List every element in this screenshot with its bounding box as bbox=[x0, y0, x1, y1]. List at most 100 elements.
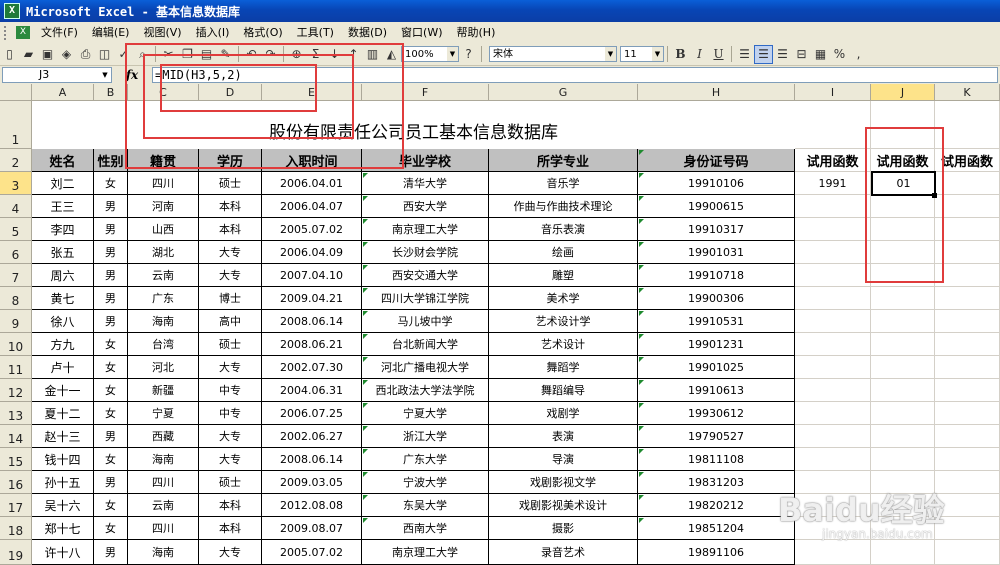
cell[interactable] bbox=[871, 264, 935, 287]
table-cell[interactable]: 2009.03.05 bbox=[262, 471, 362, 494]
column-header-f[interactable]: F bbox=[362, 84, 489, 101]
currency-icon[interactable]: ▦ bbox=[811, 45, 830, 64]
table-cell[interactable]: 南京理工大学 bbox=[362, 218, 489, 241]
menu-file[interactable]: 文件(F) bbox=[34, 22, 85, 43]
cell[interactable] bbox=[795, 287, 871, 310]
table-cell[interactable]: 金十一 bbox=[32, 379, 94, 402]
table-cell[interactable]: 19910531 bbox=[638, 310, 795, 333]
cell[interactable] bbox=[795, 540, 871, 565]
column-header-e[interactable]: E bbox=[262, 84, 362, 101]
table-cell[interactable]: 女 bbox=[94, 356, 128, 379]
table-cell[interactable]: 作曲与作曲技术理论 bbox=[489, 195, 638, 218]
drawing-icon[interactable]: ◭ bbox=[382, 45, 401, 64]
table-cell[interactable]: 广东 bbox=[128, 287, 199, 310]
table-cell[interactable]: 钱十四 bbox=[32, 448, 94, 471]
excel-app-icon[interactable]: X bbox=[4, 3, 20, 19]
table-cell[interactable]: 西北政法大学法学院 bbox=[362, 379, 489, 402]
sort-ascending-icon[interactable]: ↓ bbox=[325, 45, 344, 64]
underline-button[interactable]: U bbox=[709, 45, 728, 64]
table-cell[interactable]: 音乐表演 bbox=[489, 218, 638, 241]
menu-help[interactable]: 帮助(H) bbox=[450, 22, 503, 43]
table-cell[interactable]: 男 bbox=[94, 264, 128, 287]
table-cell[interactable]: 海南 bbox=[128, 540, 199, 565]
table-cell[interactable]: 19891106 bbox=[638, 540, 795, 565]
cell[interactable] bbox=[871, 218, 935, 241]
table-cell[interactable]: 刘二 bbox=[32, 172, 94, 195]
table-cell[interactable]: 方九 bbox=[32, 333, 94, 356]
table-cell[interactable]: 中专 bbox=[199, 402, 262, 425]
table-cell[interactable]: 东吴大学 bbox=[362, 494, 489, 517]
table-cell[interactable]: 男 bbox=[94, 471, 128, 494]
row-header-2[interactable]: 2 bbox=[0, 149, 32, 172]
permission-icon[interactable]: ◈ bbox=[57, 45, 76, 64]
row-header-1[interactable]: 1 bbox=[0, 101, 32, 149]
table-cell[interactable]: 大专 bbox=[199, 425, 262, 448]
table-cell[interactable]: 2007.04.10 bbox=[262, 264, 362, 287]
table-cell[interactable]: 舞蹈编导 bbox=[489, 379, 638, 402]
cell[interactable] bbox=[935, 425, 1000, 448]
table-cell[interactable]: 王三 bbox=[32, 195, 94, 218]
formula-input[interactable]: =MID(H3,5,2) bbox=[152, 67, 998, 83]
cell[interactable] bbox=[935, 379, 1000, 402]
table-cell[interactable]: 艺术设计 bbox=[489, 333, 638, 356]
fill-handle[interactable] bbox=[932, 193, 937, 198]
row-header-7[interactable]: 7 bbox=[0, 264, 32, 287]
column-title[interactable]: 毕业学校 bbox=[362, 149, 489, 172]
merge-center-icon[interactable]: ⊟ bbox=[792, 45, 811, 64]
table-cell[interactable]: 四川 bbox=[128, 172, 199, 195]
table-cell[interactable]: 宁夏 bbox=[128, 402, 199, 425]
table-cell[interactable]: 郑十七 bbox=[32, 517, 94, 540]
table-cell[interactable]: 2006.04.07 bbox=[262, 195, 362, 218]
chevron-down-icon[interactable]: ▼ bbox=[652, 47, 663, 61]
save-icon[interactable]: ▣ bbox=[38, 45, 57, 64]
copy-icon[interactable]: ❐ bbox=[178, 45, 197, 64]
table-cell[interactable]: 台湾 bbox=[128, 333, 199, 356]
cell[interactable] bbox=[795, 379, 871, 402]
cell[interactable] bbox=[871, 241, 935, 264]
table-cell[interactable]: 清华大学 bbox=[362, 172, 489, 195]
column-title[interactable]: 所学专业 bbox=[489, 149, 638, 172]
row-header-8[interactable]: 8 bbox=[0, 287, 32, 310]
cell[interactable]: 1991 bbox=[795, 172, 871, 195]
cell[interactable] bbox=[935, 540, 1000, 565]
table-cell[interactable]: 中专 bbox=[199, 379, 262, 402]
table-cell[interactable]: 女 bbox=[94, 402, 128, 425]
table-cell[interactable]: 徐八 bbox=[32, 310, 94, 333]
table-cell[interactable]: 新疆 bbox=[128, 379, 199, 402]
table-cell[interactable]: 2008.06.21 bbox=[262, 333, 362, 356]
table-cell[interactable]: 宁夏大学 bbox=[362, 402, 489, 425]
table-cell[interactable]: 长沙财会学院 bbox=[362, 241, 489, 264]
column-header-d[interactable]: D bbox=[199, 84, 262, 101]
align-center-icon[interactable]: ☰ bbox=[754, 44, 773, 64]
sheet-title[interactable]: 股份有限责任公司员工基本信息数据库 bbox=[32, 101, 795, 149]
cell[interactable] bbox=[795, 310, 871, 333]
zoom-select[interactable]: 100% ▼ bbox=[401, 46, 459, 62]
column-header-i[interactable]: I bbox=[795, 84, 871, 101]
cell[interactable] bbox=[795, 356, 871, 379]
workbook-icon[interactable]: X bbox=[16, 26, 30, 39]
table-cell[interactable]: 云南 bbox=[128, 264, 199, 287]
table-cell[interactable]: 夏十二 bbox=[32, 402, 94, 425]
table-cell[interactable]: 录音艺术 bbox=[489, 540, 638, 565]
table-cell[interactable]: 雕塑 bbox=[489, 264, 638, 287]
cell[interactable] bbox=[871, 333, 935, 356]
table-cell[interactable]: 马儿坡中学 bbox=[362, 310, 489, 333]
cell[interactable] bbox=[935, 218, 1000, 241]
table-cell[interactable]: 2005.07.02 bbox=[262, 540, 362, 565]
menu-view[interactable]: 视图(V) bbox=[136, 22, 188, 43]
italic-button[interactable]: I bbox=[690, 45, 709, 64]
table-cell[interactable]: 四川大学锦江学院 bbox=[362, 287, 489, 310]
table-cell[interactable]: 广东大学 bbox=[362, 448, 489, 471]
table-cell[interactable]: 男 bbox=[94, 425, 128, 448]
table-cell[interactable]: 李四 bbox=[32, 218, 94, 241]
table-cell[interactable]: 黄七 bbox=[32, 287, 94, 310]
table-cell[interactable]: 19901031 bbox=[638, 241, 795, 264]
table-cell[interactable]: 宁波大学 bbox=[362, 471, 489, 494]
table-cell[interactable]: 艺术设计学 bbox=[489, 310, 638, 333]
table-cell[interactable]: 19831203 bbox=[638, 471, 795, 494]
table-cell[interactable]: 2009.08.07 bbox=[262, 517, 362, 540]
column-header-j[interactable]: J bbox=[871, 84, 935, 101]
table-cell[interactable]: 河北广播电视大学 bbox=[362, 356, 489, 379]
menu-data[interactable]: 数据(D) bbox=[341, 22, 394, 43]
table-cell[interactable]: 四川 bbox=[128, 517, 199, 540]
